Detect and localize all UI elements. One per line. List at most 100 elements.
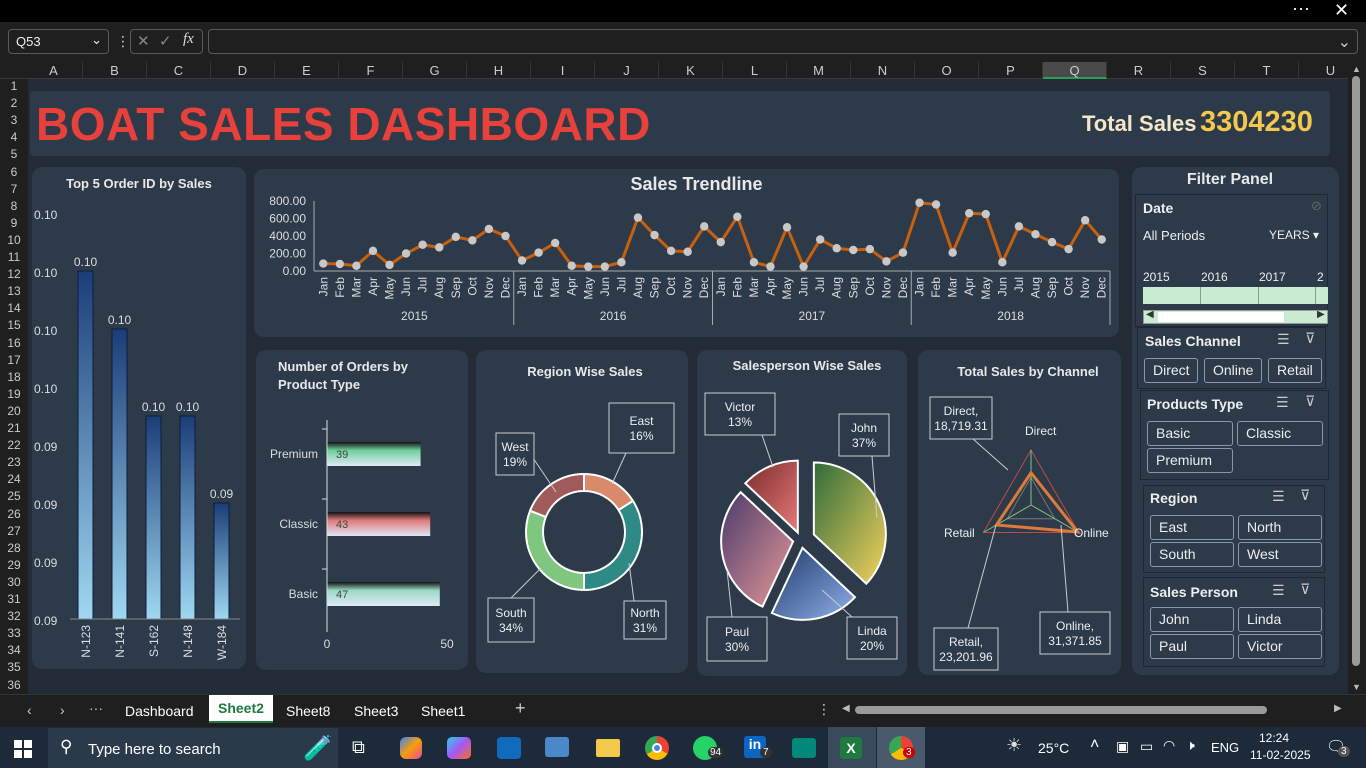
row-header-15[interactable]: 15 bbox=[0, 318, 28, 335]
vertical-scrollbar[interactable]: ▲ ▼ bbox=[1348, 62, 1366, 698]
column-header-i[interactable]: I bbox=[531, 62, 595, 79]
timeline-bar[interactable] bbox=[1143, 287, 1328, 304]
row-header-11[interactable]: 11 bbox=[0, 250, 28, 267]
chrome-profile-taskbar-item[interactable]: 3 bbox=[877, 727, 925, 768]
chevron-up-icon[interactable]: ˄ bbox=[1090, 736, 1099, 754]
remote-desktop-icon[interactable] bbox=[545, 737, 569, 757]
meet-now-icon[interactable]: ▣ bbox=[1116, 738, 1129, 755]
file-explorer-icon[interactable] bbox=[596, 739, 620, 757]
slicer-item-north[interactable]: North bbox=[1238, 515, 1322, 540]
row-header-19[interactable]: 19 bbox=[0, 387, 28, 404]
weather-temp[interactable]: 25°C bbox=[1038, 740, 1069, 756]
fx-icon[interactable]: fx bbox=[183, 31, 194, 48]
outlook-icon[interactable] bbox=[497, 737, 521, 759]
row-header-36[interactable]: 36 bbox=[0, 678, 28, 695]
column-header-r[interactable]: R bbox=[1107, 62, 1171, 79]
row-header-34[interactable]: 34 bbox=[0, 643, 28, 660]
meet-icon[interactable] bbox=[792, 738, 816, 758]
row-header-4[interactable]: 4 bbox=[0, 130, 28, 147]
row-header-3[interactable]: 3 bbox=[0, 113, 28, 130]
volume-muted-icon[interactable]: 🕨 bbox=[1186, 737, 1195, 754]
row-header-18[interactable]: 18 bbox=[0, 370, 28, 387]
excel-taskbar-item[interactable]: X bbox=[828, 727, 876, 768]
clear-filter-icon[interactable]: ⊽ bbox=[1305, 393, 1315, 410]
row-header-6[interactable]: 6 bbox=[0, 165, 28, 182]
slicer-item-john[interactable]: John bbox=[1150, 607, 1234, 632]
slicer-item-south[interactable]: South bbox=[1150, 542, 1234, 567]
horizontal-scroll-thumb[interactable] bbox=[855, 706, 1267, 714]
taskbar-search[interactable]: ⚲ Type here to search 🧪 bbox=[48, 728, 338, 768]
split-dots-icon[interactable]: ⋮ bbox=[817, 701, 831, 718]
column-header-j[interactable]: J bbox=[595, 62, 659, 79]
column-header-t[interactable]: T bbox=[1235, 62, 1299, 79]
expand-chevron-icon[interactable]: ⌄ bbox=[1338, 32, 1351, 52]
row-header-5[interactable]: 5 bbox=[0, 147, 28, 164]
slicer-item-paul[interactable]: Paul bbox=[1150, 634, 1234, 659]
slicer-item-east[interactable]: East bbox=[1150, 515, 1234, 540]
slicer-item-retail[interactable]: Retail bbox=[1268, 358, 1322, 383]
row-header-22[interactable]: 22 bbox=[0, 438, 28, 455]
prev-sheet-icon[interactable]: ‹ bbox=[27, 702, 32, 718]
clear-filter-icon[interactable]: ⊘ bbox=[1311, 198, 1322, 214]
wifi-icon[interactable]: ◠ bbox=[1163, 737, 1175, 754]
clear-filter-icon[interactable]: ⊽ bbox=[1300, 581, 1310, 598]
column-header-b[interactable]: B bbox=[83, 62, 147, 79]
clock-date[interactable]: 11-02-2025 bbox=[1250, 748, 1311, 762]
row-header-13[interactable]: 13 bbox=[0, 284, 28, 301]
tab-sheet2[interactable]: Sheet2 bbox=[209, 695, 273, 723]
formula-input[interactable]: ⌄ bbox=[208, 29, 1358, 54]
copilot-icon[interactable] bbox=[400, 737, 422, 759]
row-header-24[interactable]: 24 bbox=[0, 472, 28, 489]
column-header-s[interactable]: S bbox=[1171, 62, 1235, 79]
column-header-f[interactable]: F bbox=[339, 62, 403, 79]
row-header-16[interactable]: 16 bbox=[0, 336, 28, 353]
slicer-item-online[interactable]: Online bbox=[1204, 358, 1262, 383]
timeline-scrollbar[interactable]: ◀ ▶ bbox=[1143, 309, 1328, 324]
column-header-q[interactable]: Q bbox=[1043, 62, 1107, 79]
column-header-l[interactable]: L bbox=[723, 62, 787, 79]
row-header-1[interactable]: 1 bbox=[0, 79, 28, 96]
weather-icon[interactable]: ☀ bbox=[1006, 735, 1022, 756]
column-header-n[interactable]: N bbox=[851, 62, 915, 79]
slicer-item-victor[interactable]: Victor bbox=[1238, 634, 1322, 659]
task-view-icon[interactable]: ⧉ bbox=[352, 737, 365, 758]
multi-select-icon[interactable]: ☰ bbox=[1272, 488, 1285, 505]
tab-sheet8[interactable]: Sheet8 bbox=[286, 703, 330, 719]
column-header-d[interactable]: D bbox=[211, 62, 275, 79]
scroll-down-icon[interactable]: ▼ bbox=[1352, 682, 1361, 692]
more-sheets-icon[interactable]: ··· bbox=[89, 700, 103, 716]
row-header-30[interactable]: 30 bbox=[0, 575, 28, 592]
column-header-o[interactable]: O bbox=[915, 62, 979, 79]
row-header-2[interactable]: 2 bbox=[0, 96, 28, 113]
scroll-left-icon[interactable]: ◀ bbox=[1146, 309, 1154, 320]
check-icon[interactable]: ✓ bbox=[159, 32, 172, 50]
name-box[interactable]: Q53 ⌄ bbox=[8, 29, 109, 54]
clock-time[interactable]: 12:24 bbox=[1259, 731, 1289, 745]
scroll-right-icon[interactable]: ▶ bbox=[1317, 309, 1325, 320]
clear-filter-icon[interactable]: ⊽ bbox=[1300, 487, 1310, 504]
row-header-9[interactable]: 9 bbox=[0, 216, 28, 233]
slicer-item-premium[interactable]: Premium bbox=[1147, 448, 1233, 473]
column-header-a[interactable]: A bbox=[25, 62, 83, 79]
row-header-35[interactable]: 35 bbox=[0, 660, 28, 677]
slicer-item-basic[interactable]: Basic bbox=[1147, 421, 1233, 446]
row-header-17[interactable]: 17 bbox=[0, 353, 28, 370]
more-icon[interactable]: ··· bbox=[1292, 0, 1310, 19]
row-header-12[interactable]: 12 bbox=[0, 267, 28, 284]
slicer-item-west[interactable]: West bbox=[1238, 542, 1322, 567]
scroll-up-icon[interactable]: ▲ bbox=[1352, 64, 1361, 74]
add-sheet-icon[interactable]: + bbox=[515, 698, 526, 719]
row-header-27[interactable]: 27 bbox=[0, 524, 28, 541]
column-header-k[interactable]: K bbox=[659, 62, 723, 79]
row-header-26[interactable]: 26 bbox=[0, 507, 28, 524]
battery-icon[interactable]: ▭ bbox=[1140, 738, 1153, 755]
tab-sheet1[interactable]: Sheet1 bbox=[421, 703, 465, 719]
dashboard-sheet[interactable]: BOAT SALES DASHBOARD Total Sales 3304230… bbox=[28, 79, 1348, 694]
row-header-23[interactable]: 23 bbox=[0, 455, 28, 472]
close-icon[interactable]: ✕ bbox=[1334, 0, 1349, 21]
next-sheet-icon[interactable]: › bbox=[60, 702, 65, 718]
row-header-14[interactable]: 14 bbox=[0, 301, 28, 318]
tab-sheet3[interactable]: Sheet3 bbox=[354, 703, 398, 719]
windows-start-icon[interactable] bbox=[14, 740, 32, 758]
language-indicator[interactable]: ENG bbox=[1211, 740, 1239, 755]
